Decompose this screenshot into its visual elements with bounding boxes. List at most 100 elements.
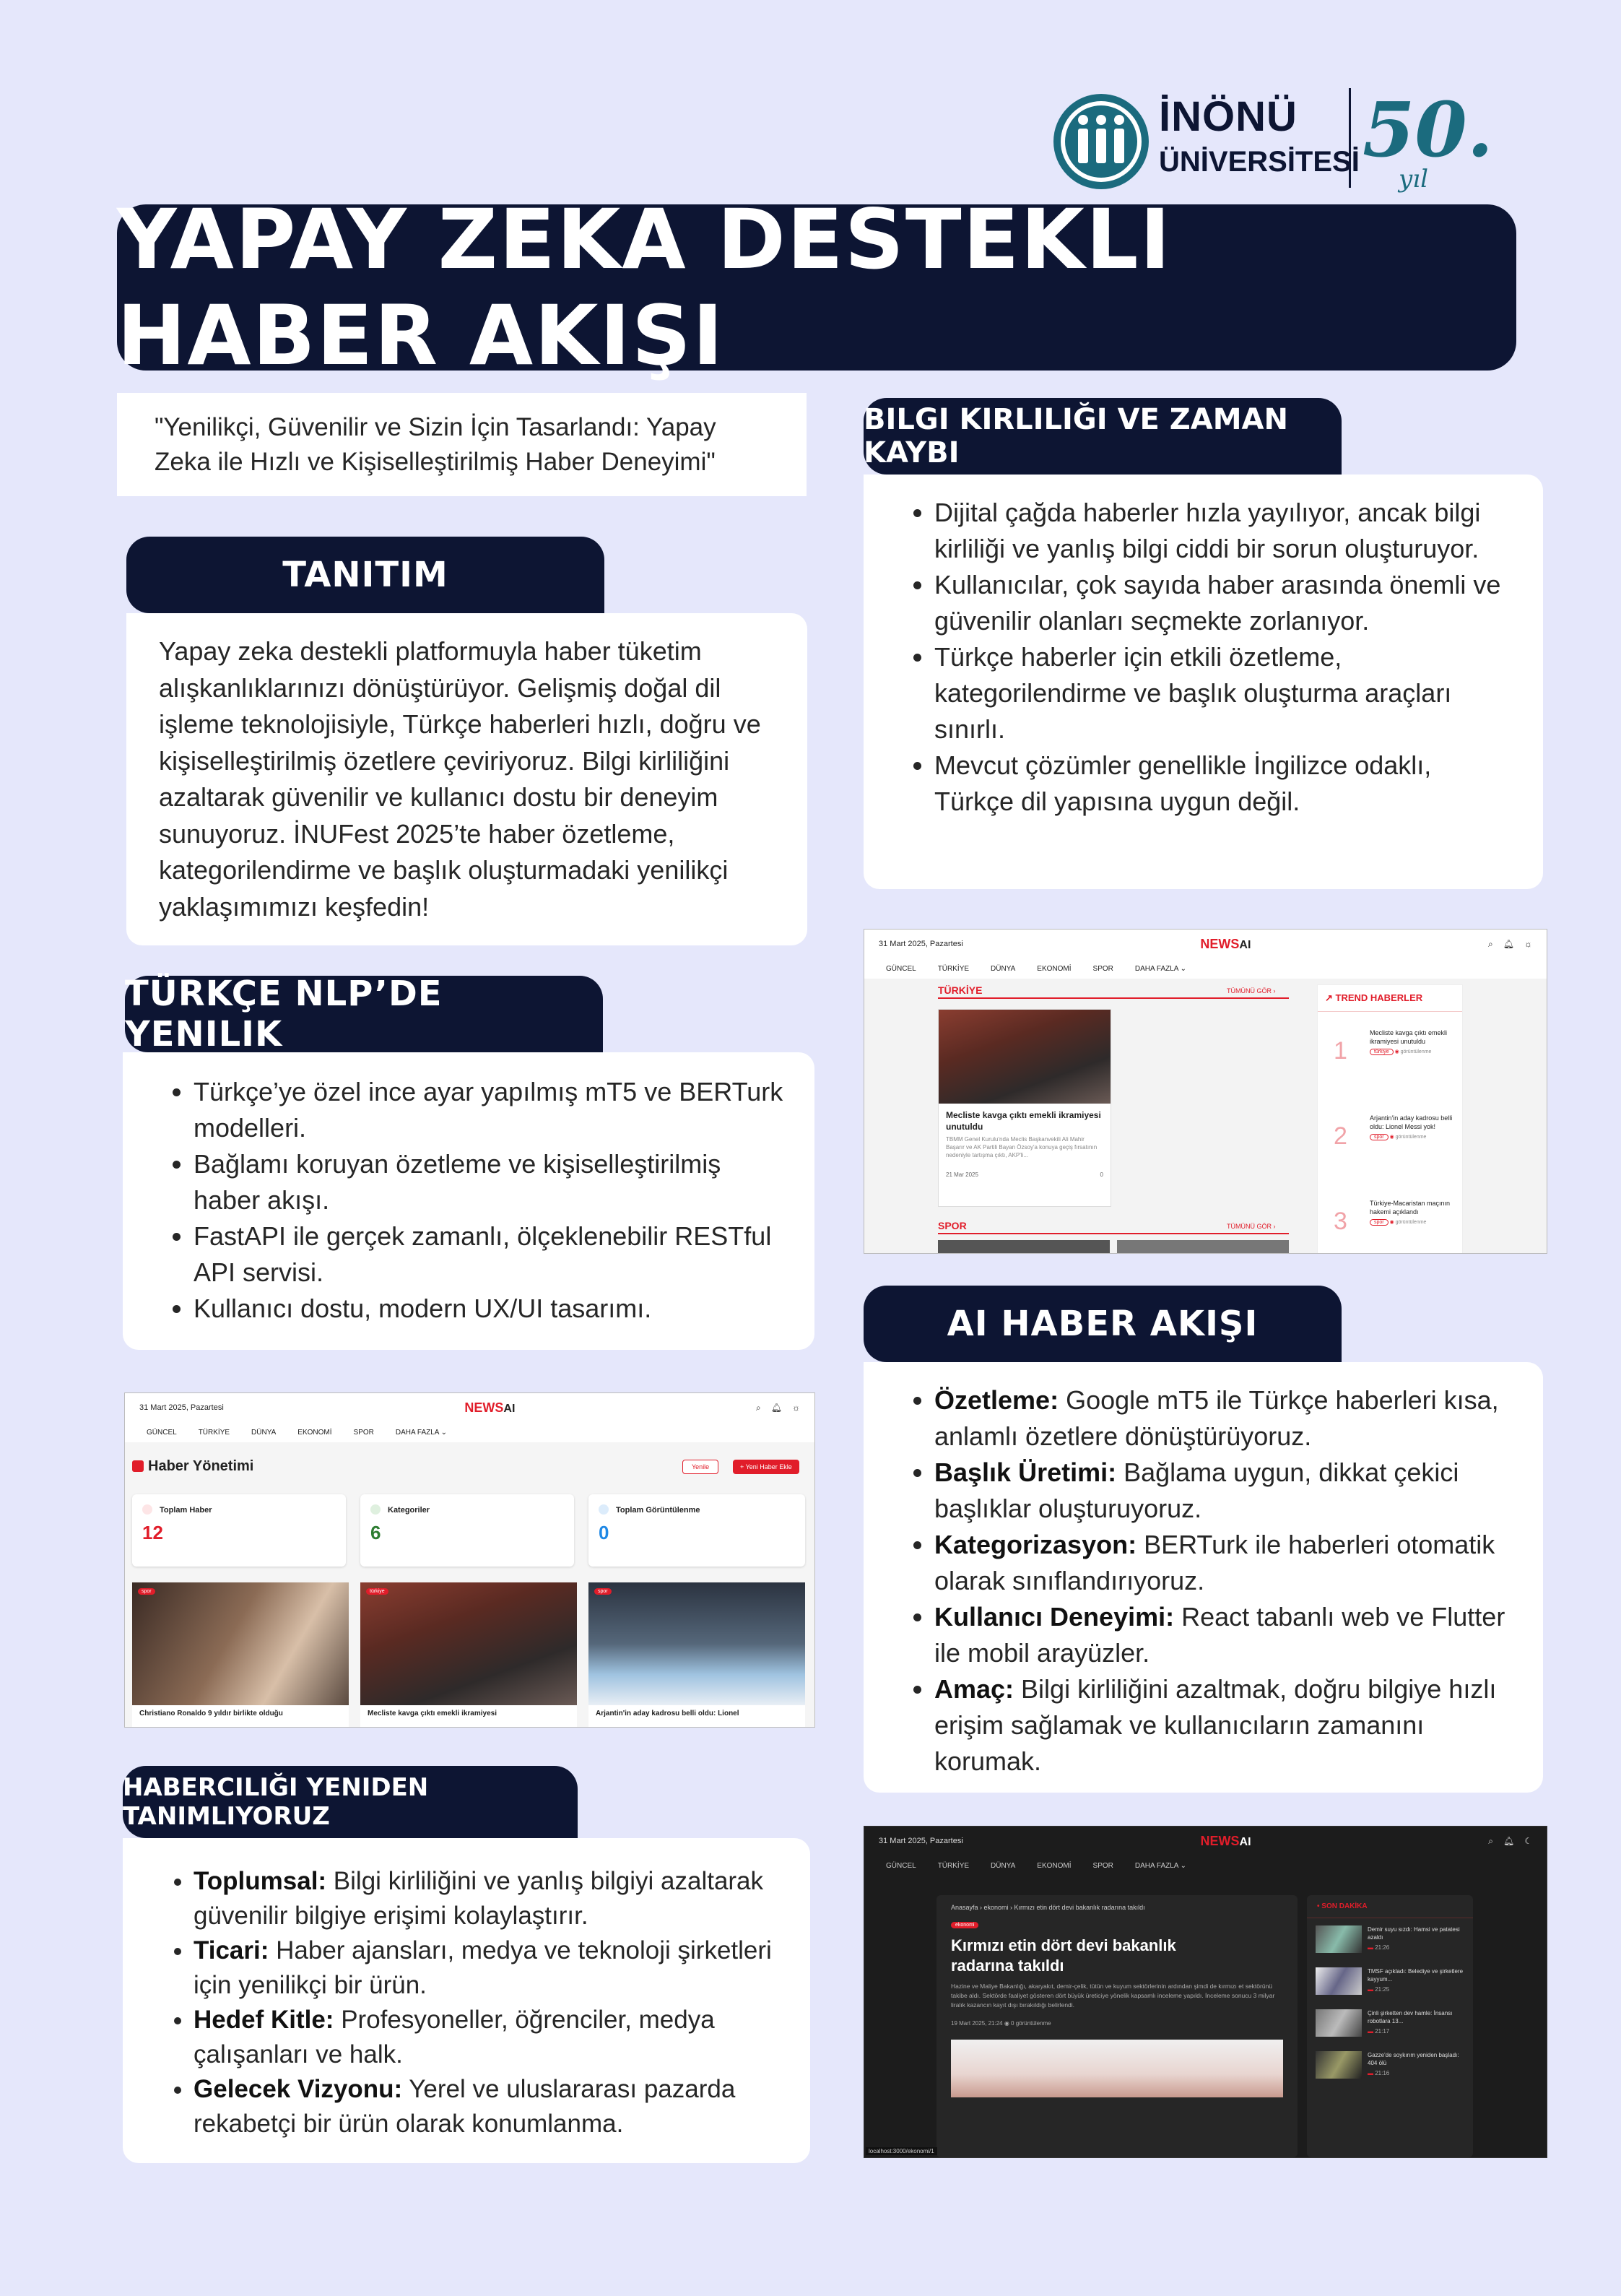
logo-line1: İNÖNÜ bbox=[1159, 93, 1298, 140]
bilgi-item: Kullanıcılar, çok sayıda haber arasında … bbox=[934, 567, 1514, 639]
trend-title: ↗ TREND HABERLER bbox=[1318, 985, 1462, 1012]
search-icon[interactable]: ⌕ bbox=[756, 1403, 761, 1413]
trend-item[interactable]: 1 Mecliste kavga çıktı emekli ikramiyesi… bbox=[1334, 1028, 1456, 1065]
add-news-button[interactable]: + Yeni Haber Ekle bbox=[733, 1460, 799, 1474]
nav-item[interactable]: SPOR bbox=[1093, 965, 1113, 973]
nav-item[interactable]: DAHA FAZLA ⌄ bbox=[1135, 965, 1186, 973]
page-title: YAPAY ZEKA DESTEKLI HABER AKIŞI bbox=[117, 191, 1172, 384]
trend-panel: ↗ TREND HABERLER 1 Mecliste kavga çıktı … bbox=[1317, 984, 1463, 1253]
nlp-heading: TÜRKÇE NLP’DE YENILIK bbox=[125, 974, 603, 1054]
app-date: 31 Mart 2025, Pazartesi bbox=[879, 940, 963, 948]
haber-item: Toplumsal: Bilgi kirliliğini ve yanlış b… bbox=[194, 1864, 781, 1933]
logo-divider bbox=[1349, 88, 1351, 188]
bilgi-item: Dijital çağda haberler hızla yayılıyor, … bbox=[934, 495, 1514, 567]
nav-item[interactable]: TÜRKİYE bbox=[938, 965, 969, 973]
nav-item[interactable]: EKONOMİ bbox=[297, 1429, 331, 1437]
app-logo[interactable]: NEWSAI bbox=[1200, 937, 1251, 952]
nav-item[interactable]: GÜNCEL bbox=[886, 1862, 916, 1870]
refresh-button[interactable]: Yenile bbox=[682, 1460, 719, 1474]
tanitim-heading-text: TANITIM bbox=[282, 555, 448, 595]
news-icon bbox=[132, 1460, 144, 1472]
nav-item[interactable]: DÜNYA bbox=[991, 1862, 1015, 1870]
nlp-item: Bağlamı koruyan özetleme ve kişiselleşti… bbox=[194, 1146, 786, 1218]
bilgi-list: Dijital çağda haberler hızla yayılıyor, … bbox=[892, 495, 1514, 820]
article-title: Mecliste kavga çıktı emekli ikramiyesi u… bbox=[946, 1110, 1101, 1132]
app-nav: GÜNCEL TÜRKİYE DÜNYA EKONOMİ SPOR DAHA F… bbox=[864, 958, 1547, 979]
breaking-panel: • SON DAKİKA Demir suyu sızdı: Hamsi ve … bbox=[1307, 1895, 1473, 2157]
nav-item[interactable]: GÜNCEL bbox=[147, 1429, 177, 1437]
article-views: 0 bbox=[1100, 1171, 1103, 1178]
bilgi-heading-text: BILGI KIRLILIĞI VE ZAMAN KAYBI bbox=[864, 403, 1288, 469]
nav-item[interactable]: DÜNYA bbox=[251, 1429, 276, 1437]
nav-item[interactable]: DAHA FAZLA ⌄ bbox=[396, 1429, 447, 1437]
moon-icon[interactable]: ☾ bbox=[1524, 1836, 1532, 1847]
app-logo[interactable]: NEWSAI bbox=[1201, 1834, 1251, 1849]
see-all-link[interactable]: TÜMÜNÜ GÖR › bbox=[1227, 987, 1276, 995]
article-meta: 19 Mart 2025, 21:24 ◉ 0 görüntülenme bbox=[951, 2020, 1051, 2027]
stat-card: Toplam Görüntülenme 0 bbox=[588, 1494, 805, 1567]
article-summary: Hazine ve Maliye Bakanlığı, akaryakıt, d… bbox=[951, 1983, 1275, 2009]
inonu-emblem-icon bbox=[1053, 94, 1149, 189]
news-card[interactable]: spor Christiano Ronaldo 9 yıldır birlikt… bbox=[132, 1582, 349, 1727]
akis-heading: AI HABER AKIŞI bbox=[864, 1286, 1342, 1362]
article-snippet: TBMM Genel Kurulu'nda Meclis Başkanvekil… bbox=[946, 1136, 1098, 1158]
breaking-item[interactable]: Çinli şirketten dev hamle: İnsansı robot… bbox=[1307, 2002, 1473, 2044]
akis-item: Özetleme: Google mT5 ile Türkçe haberler… bbox=[934, 1382, 1514, 1455]
nav-item[interactable]: DÜNYA bbox=[991, 965, 1015, 973]
nav-item[interactable]: SPOR bbox=[354, 1429, 374, 1437]
news-card[interactable]: türkiye Mecliste kavga çıktı emekli ikra… bbox=[360, 1582, 577, 1727]
article-headline: Kırmızı etin dört devi bakanlık radarına… bbox=[951, 1936, 1176, 1975]
article-tag: ekonomi bbox=[951, 1922, 979, 1928]
breaking-item[interactable]: TMSF açıkladı: Belediye ve şirketlere ka… bbox=[1307, 1960, 1473, 2002]
haber-heading-text: HABERCILIĞI YENIDEN TANIMLIYORUZ bbox=[123, 1773, 429, 1831]
news-card[interactable]: spor Arjantin'in aday kadrosu belli oldu… bbox=[588, 1582, 805, 1727]
search-icon[interactable]: ⌕ bbox=[1488, 939, 1493, 950]
screenshot-admin: 31 Mart 2025, Pazartesi NEWSAI ⌕ 🔔︎ ☼ GÜNC… bbox=[124, 1392, 815, 1728]
search-icon[interactable]: ⌕ bbox=[1488, 1836, 1493, 1847]
breaking-item[interactable]: Demir suyu sızdı: Hamsi ve patatesi azal… bbox=[1307, 1918, 1473, 1960]
theme-icon[interactable]: ☼ bbox=[792, 1403, 800, 1413]
nav-item[interactable]: EKONOMİ bbox=[1037, 965, 1071, 973]
article-panel: Anasayfa › ekonomi › Kırmızı etin dört d… bbox=[936, 1895, 1298, 2157]
haber-heading: HABERCILIĞI YENIDEN TANIMLIYORUZ bbox=[123, 1766, 578, 1838]
article-card[interactable]: Mecliste kavga çıktı emekli ikramiyesi u… bbox=[938, 1009, 1111, 1207]
article-image bbox=[939, 1010, 1111, 1104]
quote-text: "Yenilikçi, Güvenilir ve Sizin İçin Tasa… bbox=[155, 413, 716, 476]
trend-item[interactable]: 2 Arjantin'in aday kadrosu belli oldu: L… bbox=[1334, 1114, 1456, 1150]
bell-icon[interactable]: 🔔︎ bbox=[1503, 1836, 1514, 1847]
bilgi-item: Mevcut çözümler genellikle İngilizce oda… bbox=[934, 748, 1514, 820]
haber-card: Toplumsal: Bilgi kirliliğini ve yanlış b… bbox=[123, 1838, 810, 2163]
tanitim-heading: TANITIM bbox=[126, 537, 604, 613]
nav-item[interactable]: DAHA FAZLA ⌄ bbox=[1135, 1862, 1186, 1870]
akis-item: Kullanıcı Deneyimi: React tabanlı web ve… bbox=[934, 1599, 1514, 1671]
logo-line2: ÜNİVERSİTESİ bbox=[1159, 146, 1360, 178]
nlp-item: Türkçe’ye özel ince ayar yapılmış mT5 ve… bbox=[194, 1074, 786, 1146]
nav-item[interactable]: GÜNCEL bbox=[886, 965, 916, 973]
title-banner: YAPAY ZEKA DESTEKLI HABER AKIŞI bbox=[117, 191, 1516, 384]
section-heading: TÜRKİYE bbox=[938, 984, 983, 996]
akis-list: Özetleme: Google mT5 ile Türkçe haberler… bbox=[892, 1382, 1514, 1780]
app-date: 31 Mart 2025, Pazartesi bbox=[879, 1837, 963, 1845]
akis-heading-text: AI HABER AKIŞI bbox=[947, 1304, 1259, 1344]
quote-box: "Yenilikçi, Güvenilir ve Sizin İçin Tasa… bbox=[117, 393, 807, 496]
haber-item: Ticari: Haber ajansları, medya ve teknol… bbox=[194, 1933, 781, 2003]
anniversary-yil: yıl bbox=[1399, 165, 1428, 194]
nav-item[interactable]: TÜRKİYE bbox=[938, 1862, 969, 1870]
app-logo[interactable]: NEWSAI bbox=[464, 1400, 515, 1416]
nav-item[interactable]: TÜRKİYE bbox=[199, 1429, 230, 1437]
article-image bbox=[951, 2040, 1283, 2097]
bell-icon[interactable]: 🔔︎ bbox=[1503, 939, 1514, 950]
theme-icon[interactable]: ☼ bbox=[1524, 939, 1532, 950]
nav-item[interactable]: EKONOMİ bbox=[1037, 1862, 1071, 1870]
breaking-item[interactable]: Gazze'de soykırım yeniden başladı: 404 ö… bbox=[1307, 2044, 1473, 2086]
akis-item: Başlık Üretimi: Bağlama uygun, dikkat çe… bbox=[934, 1455, 1514, 1527]
app-nav: GÜNCEL TÜRKİYE DÜNYA EKONOMİ SPOR DAHA F… bbox=[125, 1422, 814, 1442]
trend-item[interactable]: 3 Türkiye-Macaristan maçının hakemi açık… bbox=[1334, 1199, 1456, 1235]
article-date: 21 Mar 2025 bbox=[946, 1171, 978, 1178]
stat-card: Kategoriler 6 bbox=[360, 1494, 574, 1567]
nav-item[interactable]: SPOR bbox=[1093, 1862, 1113, 1870]
bell-icon[interactable]: 🔔︎ bbox=[771, 1403, 782, 1413]
see-all-link[interactable]: TÜMÜNÜ GÖR › bbox=[1227, 1223, 1276, 1230]
akis-item: Kategorizasyon: BERTurk ile haberleri ot… bbox=[934, 1527, 1514, 1599]
nlp-heading-text: TÜRKÇE NLP’DE YENILIK bbox=[125, 974, 443, 1054]
